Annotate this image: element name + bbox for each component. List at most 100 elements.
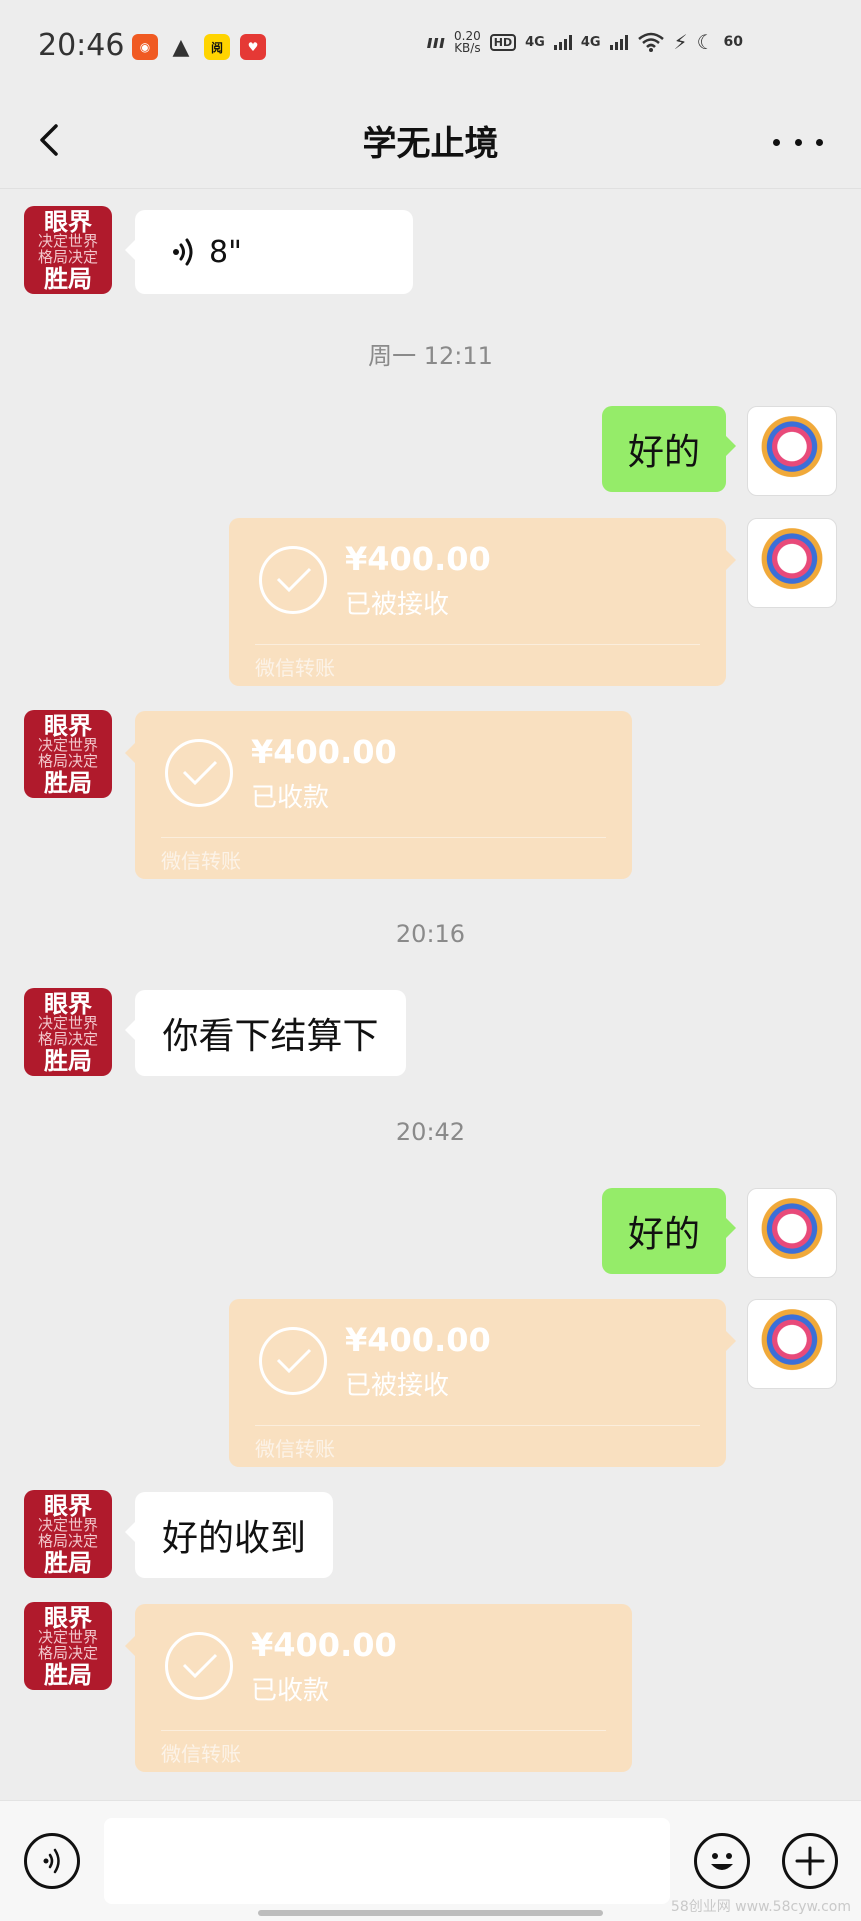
transfer-status: 已收款 [251, 783, 330, 813]
message-text: 好的收到 [161, 1518, 306, 1559]
bubble-tail [726, 1218, 736, 1238]
voice-mode-icon [43, 1848, 60, 1874]
voice-mode-button[interactable] [24, 1833, 80, 1889]
message-text: 你看下结算下 [162, 1016, 379, 1057]
check-icon [165, 739, 233, 807]
message-input[interactable] [104, 1818, 670, 1904]
avatar-text: 胜局 [44, 1045, 92, 1075]
plus-icon [795, 1846, 825, 1876]
contact-avatar[interactable]: 眼界 决定世界 格局决定 胜局 [24, 1490, 112, 1578]
text-message[interactable]: 好的收到 [125, 1492, 333, 1578]
avatar-text: 眼界 [44, 989, 92, 1019]
my-avatar[interactable] [747, 518, 837, 608]
charging-icon: ⚡ [673, 30, 688, 54]
plus-button[interactable] [782, 1833, 838, 1889]
transfer-label: 微信转账 [255, 656, 335, 680]
transfer-amount: ¥400.00 [251, 1626, 397, 1664]
chat-header: 学无止境 [0, 96, 861, 189]
more-dot [794, 138, 802, 146]
watermark: 58创业网 www.58cyw.com [670, 1899, 851, 1915]
message-text: 好的 [627, 432, 700, 473]
voice-duration: 8" [209, 234, 242, 270]
avatar-text: 眼界 [44, 1491, 92, 1521]
transfer-label: 微信转账 [255, 1437, 335, 1461]
moon-icon: ☾ [696, 30, 715, 54]
transfer-amount: ¥400.00 [345, 540, 491, 578]
voice-message[interactable]: 8" [125, 210, 413, 294]
more-dot [816, 138, 823, 146]
chat-title: 学无止境 [362, 124, 499, 164]
net-speed: 0.20 KB/s [454, 30, 481, 54]
avatar-text: 眼界 [44, 207, 92, 237]
status-indicators: ııı 0.20 KB/s HD 4G 4G ⚡ ☾ 60 [427, 30, 743, 54]
contact-avatar[interactable]: 眼界 决定世界 格局决定 胜局 [24, 710, 112, 798]
timestamp: 周一 12:11 [368, 342, 493, 370]
transfer-status: 已收款 [251, 1676, 330, 1706]
more-dots-icon [773, 138, 780, 146]
signal-brand-icon: ııı [426, 31, 446, 53]
my-avatar[interactable] [747, 1188, 837, 1278]
bubble-tail [125, 1522, 135, 1542]
transfer-status: 已被接收 [345, 590, 450, 620]
card-divider [255, 644, 700, 645]
card-divider [255, 1425, 700, 1426]
bubble-tail [125, 743, 135, 763]
check-icon [259, 546, 327, 614]
home-indicator[interactable] [258, 1910, 603, 1916]
transfer-label: 微信转账 [161, 1742, 241, 1766]
app-notification-icon: ◉ [132, 34, 158, 60]
avatar-text: 胜局 [44, 1547, 92, 1577]
emoji-button[interactable] [694, 1833, 750, 1889]
sim1-label: 4G [525, 34, 545, 50]
text-message[interactable]: 好的 [602, 1188, 736, 1274]
status-bar: 20:46 ◉ ▲ 阅 ♥ ııı 0.20 KB/s HD 4G 4G ⚡ ☾… [0, 0, 861, 96]
transfer-amount: ¥400.00 [251, 733, 397, 771]
hd-badge: HD [489, 33, 517, 51]
contact-avatar[interactable]: 眼界 决定世界 格局决定 胜局 [24, 206, 112, 294]
signal-bars-icon-2 [609, 34, 628, 50]
avatar-text: 眼界 [44, 1603, 92, 1633]
bubble-tail [125, 1020, 135, 1040]
transfer-card[interactable]: ¥400.00 已收款 微信转账 [125, 711, 632, 879]
check-icon [165, 1632, 233, 1700]
bubble-tail [726, 436, 736, 456]
avatar-text: 眼界 [44, 711, 92, 741]
avatar-text: 胜局 [44, 263, 92, 293]
transfer-label: 微信转账 [161, 849, 241, 873]
app-notification-icon-2: 阅 [204, 34, 230, 60]
status-time: 20:46 [38, 28, 125, 63]
bubble-tail [125, 1636, 135, 1656]
net-speed-unit: KB/s [454, 41, 481, 55]
avatar-text: 胜局 [44, 1659, 92, 1689]
bubble-tail [726, 1331, 736, 1351]
contact-avatar[interactable]: 眼界 决定世界 格局决定 胜局 [24, 988, 112, 1076]
app-notification-icon-3: ♥ [240, 34, 266, 60]
timestamp: 20:16 [395, 920, 466, 948]
avatar-text: 胜局 [44, 767, 92, 797]
wifi-icon [637, 32, 664, 52]
qq-icon: ▲ [172, 34, 190, 60]
sim2-label: 4G [580, 34, 601, 50]
transfer-status: 已被接收 [345, 1371, 450, 1401]
text-message[interactable]: 你看下结算下 [125, 990, 406, 1076]
bubble-tail [726, 550, 736, 570]
battery-level: 60 [723, 34, 743, 50]
timestamp: 20:42 [395, 1118, 466, 1146]
contact-avatar[interactable]: 眼界 决定世界 格局决定 胜局 [24, 1602, 112, 1690]
message-text: 好的 [627, 1214, 700, 1255]
signal-bars-icon [553, 34, 572, 50]
voice-wave-icon [173, 238, 193, 266]
my-avatar[interactable] [747, 406, 837, 496]
bubble-tail [125, 240, 135, 260]
my-avatar[interactable] [747, 1299, 837, 1389]
transfer-card[interactable]: ¥400.00 已被接收 微信转账 [229, 518, 736, 686]
emoji-icon [711, 1853, 733, 1870]
card-divider [161, 837, 606, 838]
card-divider [161, 1730, 606, 1731]
more-button[interactable] [773, 122, 823, 162]
transfer-amount: ¥400.00 [345, 1321, 491, 1359]
check-icon [259, 1327, 327, 1395]
transfer-card[interactable]: ¥400.00 已被接收 微信转账 [229, 1299, 736, 1467]
transfer-card[interactable]: ¥400.00 已收款 微信转账 [125, 1604, 632, 1772]
text-message[interactable]: 好的 [602, 406, 736, 492]
